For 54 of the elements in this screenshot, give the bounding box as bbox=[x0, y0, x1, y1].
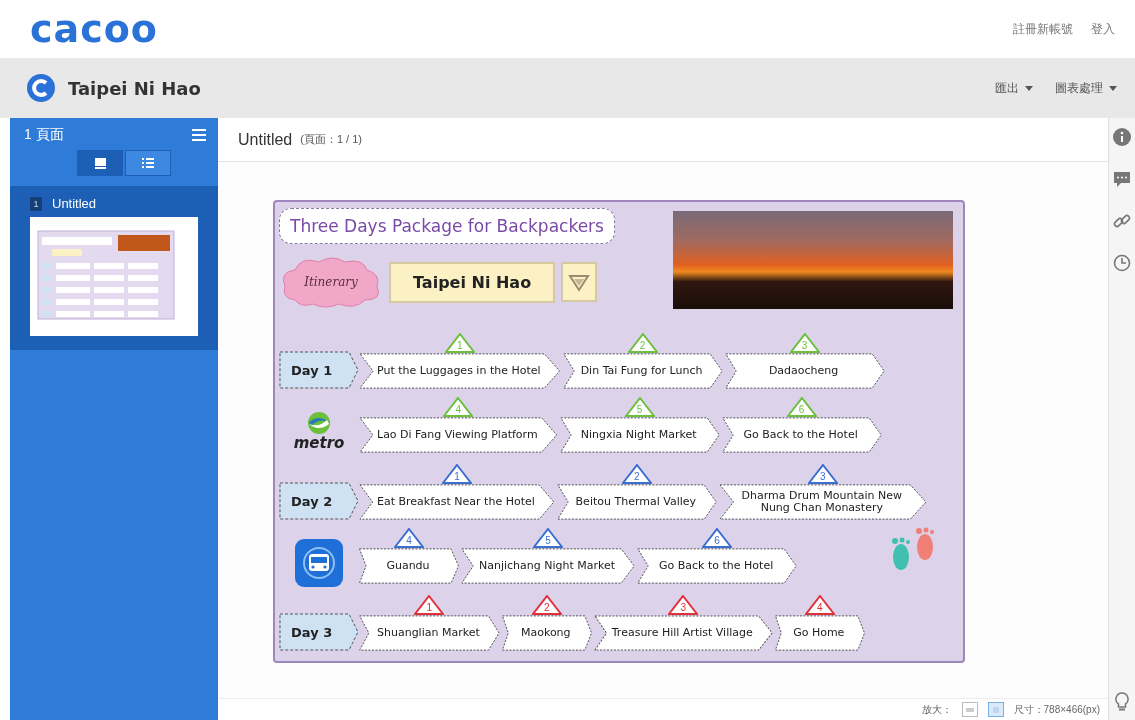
app-logo-icon bbox=[26, 73, 56, 103]
clock-icon[interactable] bbox=[1113, 254, 1131, 272]
step-number: 3 bbox=[820, 470, 826, 484]
step-number: 6 bbox=[798, 403, 805, 417]
step-number: 4 bbox=[455, 403, 462, 417]
fit-width-icon bbox=[965, 705, 974, 714]
pages-title: 1 頁面 bbox=[24, 126, 64, 144]
step-number: 4 bbox=[816, 601, 823, 615]
page-number: 1 bbox=[30, 196, 42, 211]
page-name: Untitled bbox=[52, 196, 97, 211]
caret-icon bbox=[1109, 85, 1117, 91]
lightbulb-icon[interactable] bbox=[1114, 692, 1130, 712]
day-tag: Day 1 bbox=[279, 351, 359, 389]
step-number: 5 bbox=[636, 403, 643, 417]
step-number: 4 bbox=[406, 534, 412, 548]
bus-app-icon bbox=[294, 538, 344, 588]
header-link[interactable]: 註冊新帳號 bbox=[1013, 20, 1073, 38]
diagram-title: Three Days Package for Backpackers bbox=[279, 208, 615, 244]
step-number: 3 bbox=[680, 601, 687, 615]
step-number: 2 bbox=[639, 339, 646, 353]
menu-icon[interactable] bbox=[192, 129, 206, 141]
zoom-label: 放大： bbox=[921, 702, 952, 717]
day-tag: Day 2 bbox=[279, 482, 359, 520]
step-number: 5 bbox=[545, 534, 551, 548]
info-icon[interactable] bbox=[1113, 128, 1131, 146]
list-view-button[interactable] bbox=[125, 150, 171, 176]
metro-logo: metro bbox=[289, 410, 349, 454]
list-icon bbox=[142, 158, 154, 168]
step-number: 2 bbox=[634, 470, 640, 484]
page-item[interactable]: 1 Untitled bbox=[10, 186, 218, 350]
fit-page-icon bbox=[991, 705, 1000, 714]
logo[interactable]: cacoo bbox=[30, 7, 158, 51]
comment-icon[interactable] bbox=[1113, 170, 1131, 188]
step-number: 1 bbox=[426, 601, 433, 615]
step-number: 6 bbox=[714, 534, 720, 548]
itinerary-name: Taipei Ni Hao bbox=[389, 261, 556, 303]
step-number: 3 bbox=[801, 339, 808, 353]
document-title: Taipei Ni Hao bbox=[68, 77, 201, 99]
zoom-button[interactable] bbox=[987, 702, 1004, 717]
caret-icon bbox=[1025, 85, 1033, 91]
triangle-badge-icon bbox=[561, 262, 598, 302]
canvas-size: 尺寸：788×466(px) bbox=[1013, 702, 1100, 717]
step-number: 2 bbox=[544, 601, 550, 615]
thumbnail-view-button[interactable] bbox=[77, 150, 123, 176]
menu-button[interactable]: 圖表處理 bbox=[1055, 79, 1117, 97]
thumbnail-icon bbox=[94, 157, 106, 169]
page-info: (頁面：1 / 1) bbox=[300, 132, 362, 147]
header-link[interactable]: 登入 bbox=[1091, 20, 1115, 38]
day-tag: Day 3 bbox=[279, 613, 359, 651]
menu-button[interactable]: 匯出 bbox=[995, 79, 1033, 97]
page-title: Untitled bbox=[238, 130, 293, 149]
step-number: 1 bbox=[454, 470, 460, 484]
link-icon[interactable] bbox=[1113, 212, 1131, 230]
step-number: 1 bbox=[457, 339, 463, 353]
